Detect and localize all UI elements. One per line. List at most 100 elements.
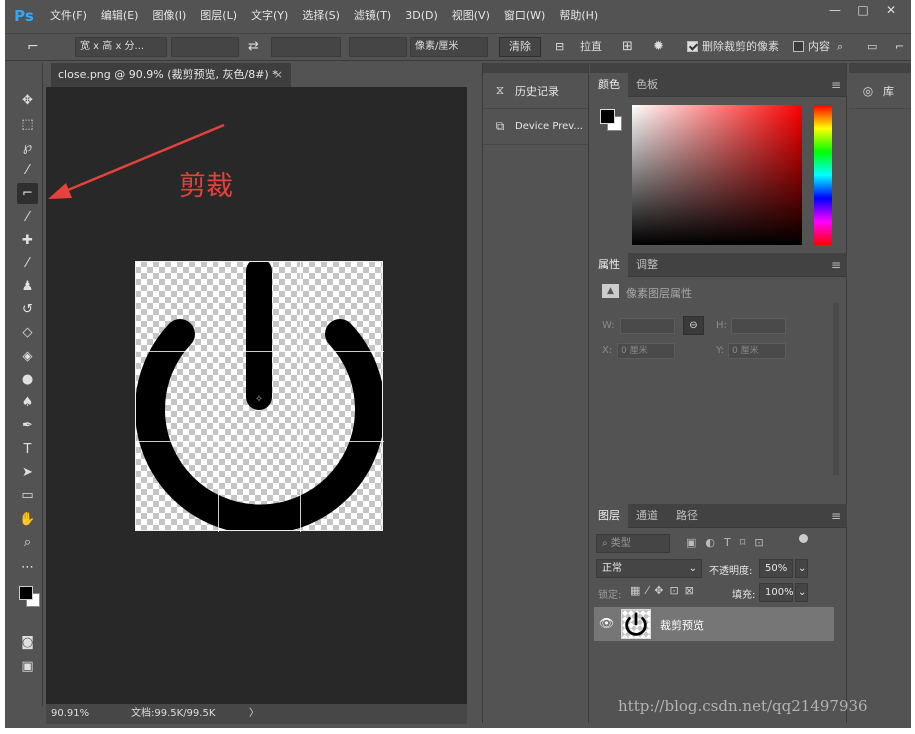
- close-window-button[interactable]: ✕: [877, 4, 905, 18]
- w-field[interactable]: [620, 318, 675, 334]
- fill-input[interactable]: 100%: [759, 583, 794, 602]
- clear-button[interactable]: 清除: [499, 37, 541, 57]
- menu-filter[interactable]: 滤镜(T): [347, 0, 398, 31]
- healing-brush-tool-icon[interactable]: ✚: [17, 230, 38, 251]
- status-bar: 90.91% 文档:99.5K/99.5K 〉: [46, 704, 467, 724]
- clone-stamp-tool-icon[interactable]: ♟: [17, 276, 38, 297]
- history-panel-button[interactable]: ⧖ 历史记录: [483, 73, 588, 109]
- unit-select[interactable]: 像素/厘米: [410, 37, 488, 57]
- marquee-tool-icon[interactable]: ⬚: [17, 114, 38, 135]
- workspace-icon[interactable]: ▭: [867, 37, 877, 57]
- lock-icons[interactable]: ▦⁄✥⊡⊠: [630, 584, 700, 597]
- document-tab[interactable]: close.png @ 90.9% (裁剪预览, 灰色/8#) * ×: [51, 63, 291, 87]
- move-tool-icon[interactable]: ✥: [17, 90, 38, 111]
- swap-dimensions-icon[interactable]: ⇄: [248, 37, 259, 57]
- height-input[interactable]: [271, 37, 341, 57]
- panel-menu-icon[interactable]: ≡: [831, 258, 841, 272]
- color-panel-header: 颜色 色板 ≡: [590, 73, 847, 97]
- layer-name: 裁剪预览: [660, 619, 704, 632]
- paint-bucket-tool-icon[interactable]: ◈: [17, 346, 38, 367]
- straighten-label[interactable]: 拉直: [580, 37, 602, 57]
- tab-layers[interactable]: 图层: [590, 504, 628, 528]
- hue-slider[interactable]: [814, 105, 832, 245]
- properties-scrollbar[interactable]: [833, 303, 839, 475]
- resolution-input[interactable]: [349, 37, 407, 57]
- menu-layer[interactable]: 图层(L): [193, 0, 244, 31]
- close-tab-icon[interactable]: ×: [274, 63, 283, 87]
- menu-bar: Ps 文件(F) 编辑(E) 图像(I) 图层(L) 文字(Y) 选择(S) 滤…: [5, 0, 911, 31]
- properties-title: 像素图层属性: [626, 287, 692, 300]
- fill-dropdown[interactable]: ⌄: [795, 583, 808, 602]
- eyedropper-tool-icon[interactable]: ⁄: [17, 207, 38, 228]
- hand-tool-icon[interactable]: ✋: [17, 509, 38, 530]
- link-icon[interactable]: ⊖: [683, 316, 704, 335]
- tab-properties[interactable]: 属性: [590, 253, 628, 277]
- ratio-select[interactable]: 宽 x 高 x 分...: [75, 37, 167, 57]
- straighten-icon[interactable]: ⊟: [555, 37, 564, 57]
- history-brush-tool-icon[interactable]: ↺: [17, 299, 38, 320]
- tab-swatches[interactable]: 色板: [628, 73, 666, 97]
- device-preview-panel-button[interactable]: ⧉ Device Prev...: [483, 109, 588, 145]
- menu-type[interactable]: 文字(Y): [244, 0, 295, 31]
- menu-help[interactable]: 帮助(H): [552, 0, 605, 31]
- dodge-tool-icon[interactable]: ♠: [17, 392, 38, 413]
- layer-row[interactable]: 👁 裁剪预览: [594, 607, 834, 641]
- more-tools-icon[interactable]: ⋯: [17, 557, 38, 578]
- opacity-dropdown[interactable]: ⌄: [795, 559, 808, 578]
- x-field[interactable]: 0 厘米: [617, 343, 675, 359]
- blur-tool-icon[interactable]: ●: [17, 369, 38, 390]
- menu-image[interactable]: 图像(I): [145, 0, 193, 31]
- watermark: http://blog.csdn.net/qq21497936: [618, 697, 868, 715]
- menu-3d[interactable]: 3D(D): [398, 0, 445, 31]
- y-field[interactable]: 0 厘米: [728, 343, 786, 359]
- menu-window[interactable]: 窗口(W): [497, 0, 552, 31]
- blend-mode-select[interactable]: 正常 ⌄: [596, 559, 702, 578]
- pen-tool-icon[interactable]: ✒: [17, 415, 38, 436]
- layer-filter-icons[interactable]: ▣◐T⌑⊡: [686, 536, 773, 549]
- options-bar: ⌐ 宽 x 高 x 分... ⇄ 像素/厘米 清除 ⊟ 拉直 ⊞ ✹ 删除裁剪的…: [5, 33, 911, 61]
- magic-wand-tool-icon[interactable]: ⁄: [17, 160, 38, 181]
- zoom-tool-icon[interactable]: ⌕: [17, 532, 38, 553]
- tab-adjustments[interactable]: 调整: [628, 253, 666, 277]
- crop-tool-icon[interactable]: ⌐: [17, 183, 38, 204]
- tab-paths[interactable]: 路径: [668, 504, 706, 528]
- color-panel-foreground-swatch[interactable]: [600, 109, 615, 124]
- eraser-tool-icon[interactable]: ◇: [17, 322, 38, 343]
- brush-tool-icon[interactable]: ⁄: [17, 253, 38, 274]
- crop-grid-overlay[interactable]: [135, 261, 384, 532]
- h-field[interactable]: [731, 318, 786, 334]
- library-panel-button[interactable]: ◎ 库: [849, 73, 911, 109]
- panel-menu-icon[interactable]: ≡: [831, 78, 841, 92]
- minimize-button[interactable]: —: [821, 4, 849, 18]
- tab-channels[interactable]: 通道: [628, 504, 666, 528]
- path-selection-tool-icon[interactable]: ➤: [17, 462, 38, 483]
- canvas-area[interactable]: ✧ 剪裁: [46, 87, 467, 704]
- gear-icon[interactable]: ✹: [653, 37, 664, 57]
- filter-toggle-icon[interactable]: [799, 534, 808, 543]
- delete-cropped-checkbox[interactable]: 删除裁剪的像素: [687, 37, 779, 57]
- layer-filter-select[interactable]: ⌕ 类型: [596, 534, 670, 553]
- type-tool-icon[interactable]: T: [17, 439, 38, 460]
- menu-file[interactable]: 文件(F): [43, 0, 94, 31]
- menu-edit[interactable]: 编辑(E): [94, 0, 146, 31]
- panel-menu-icon[interactable]: ≡: [831, 509, 841, 523]
- crop-tool-preset-icon[interactable]: ⌐: [27, 37, 39, 57]
- eye-icon[interactable]: 👁: [599, 616, 614, 630]
- maximize-button[interactable]: □: [849, 4, 877, 18]
- zoom-level[interactable]: 90.91%: [51, 704, 89, 724]
- screen-mode-icon[interactable]: ▣: [17, 656, 38, 677]
- search-icon[interactable]: ⌕: [837, 37, 843, 57]
- menu-select[interactable]: 选择(S): [295, 0, 347, 31]
- content-aware-checkbox[interactable]: 内容: [793, 37, 830, 57]
- menu-view[interactable]: 视图(V): [445, 0, 497, 31]
- width-input[interactable]: [171, 37, 239, 57]
- lasso-tool-icon[interactable]: ℘: [17, 137, 38, 158]
- color-spectrum-field[interactable]: [632, 105, 802, 245]
- status-menu-arrow[interactable]: 〉: [249, 704, 259, 724]
- rectangle-tool-icon[interactable]: ▭: [17, 485, 38, 506]
- opacity-input[interactable]: 50%: [759, 559, 793, 578]
- workspace-menu-icon[interactable]: ⌐: [895, 37, 904, 57]
- tab-color[interactable]: 颜色: [590, 73, 628, 97]
- overlay-grid-icon[interactable]: ⊞: [622, 37, 633, 57]
- quick-mask-icon[interactable]: ◙: [17, 632, 38, 653]
